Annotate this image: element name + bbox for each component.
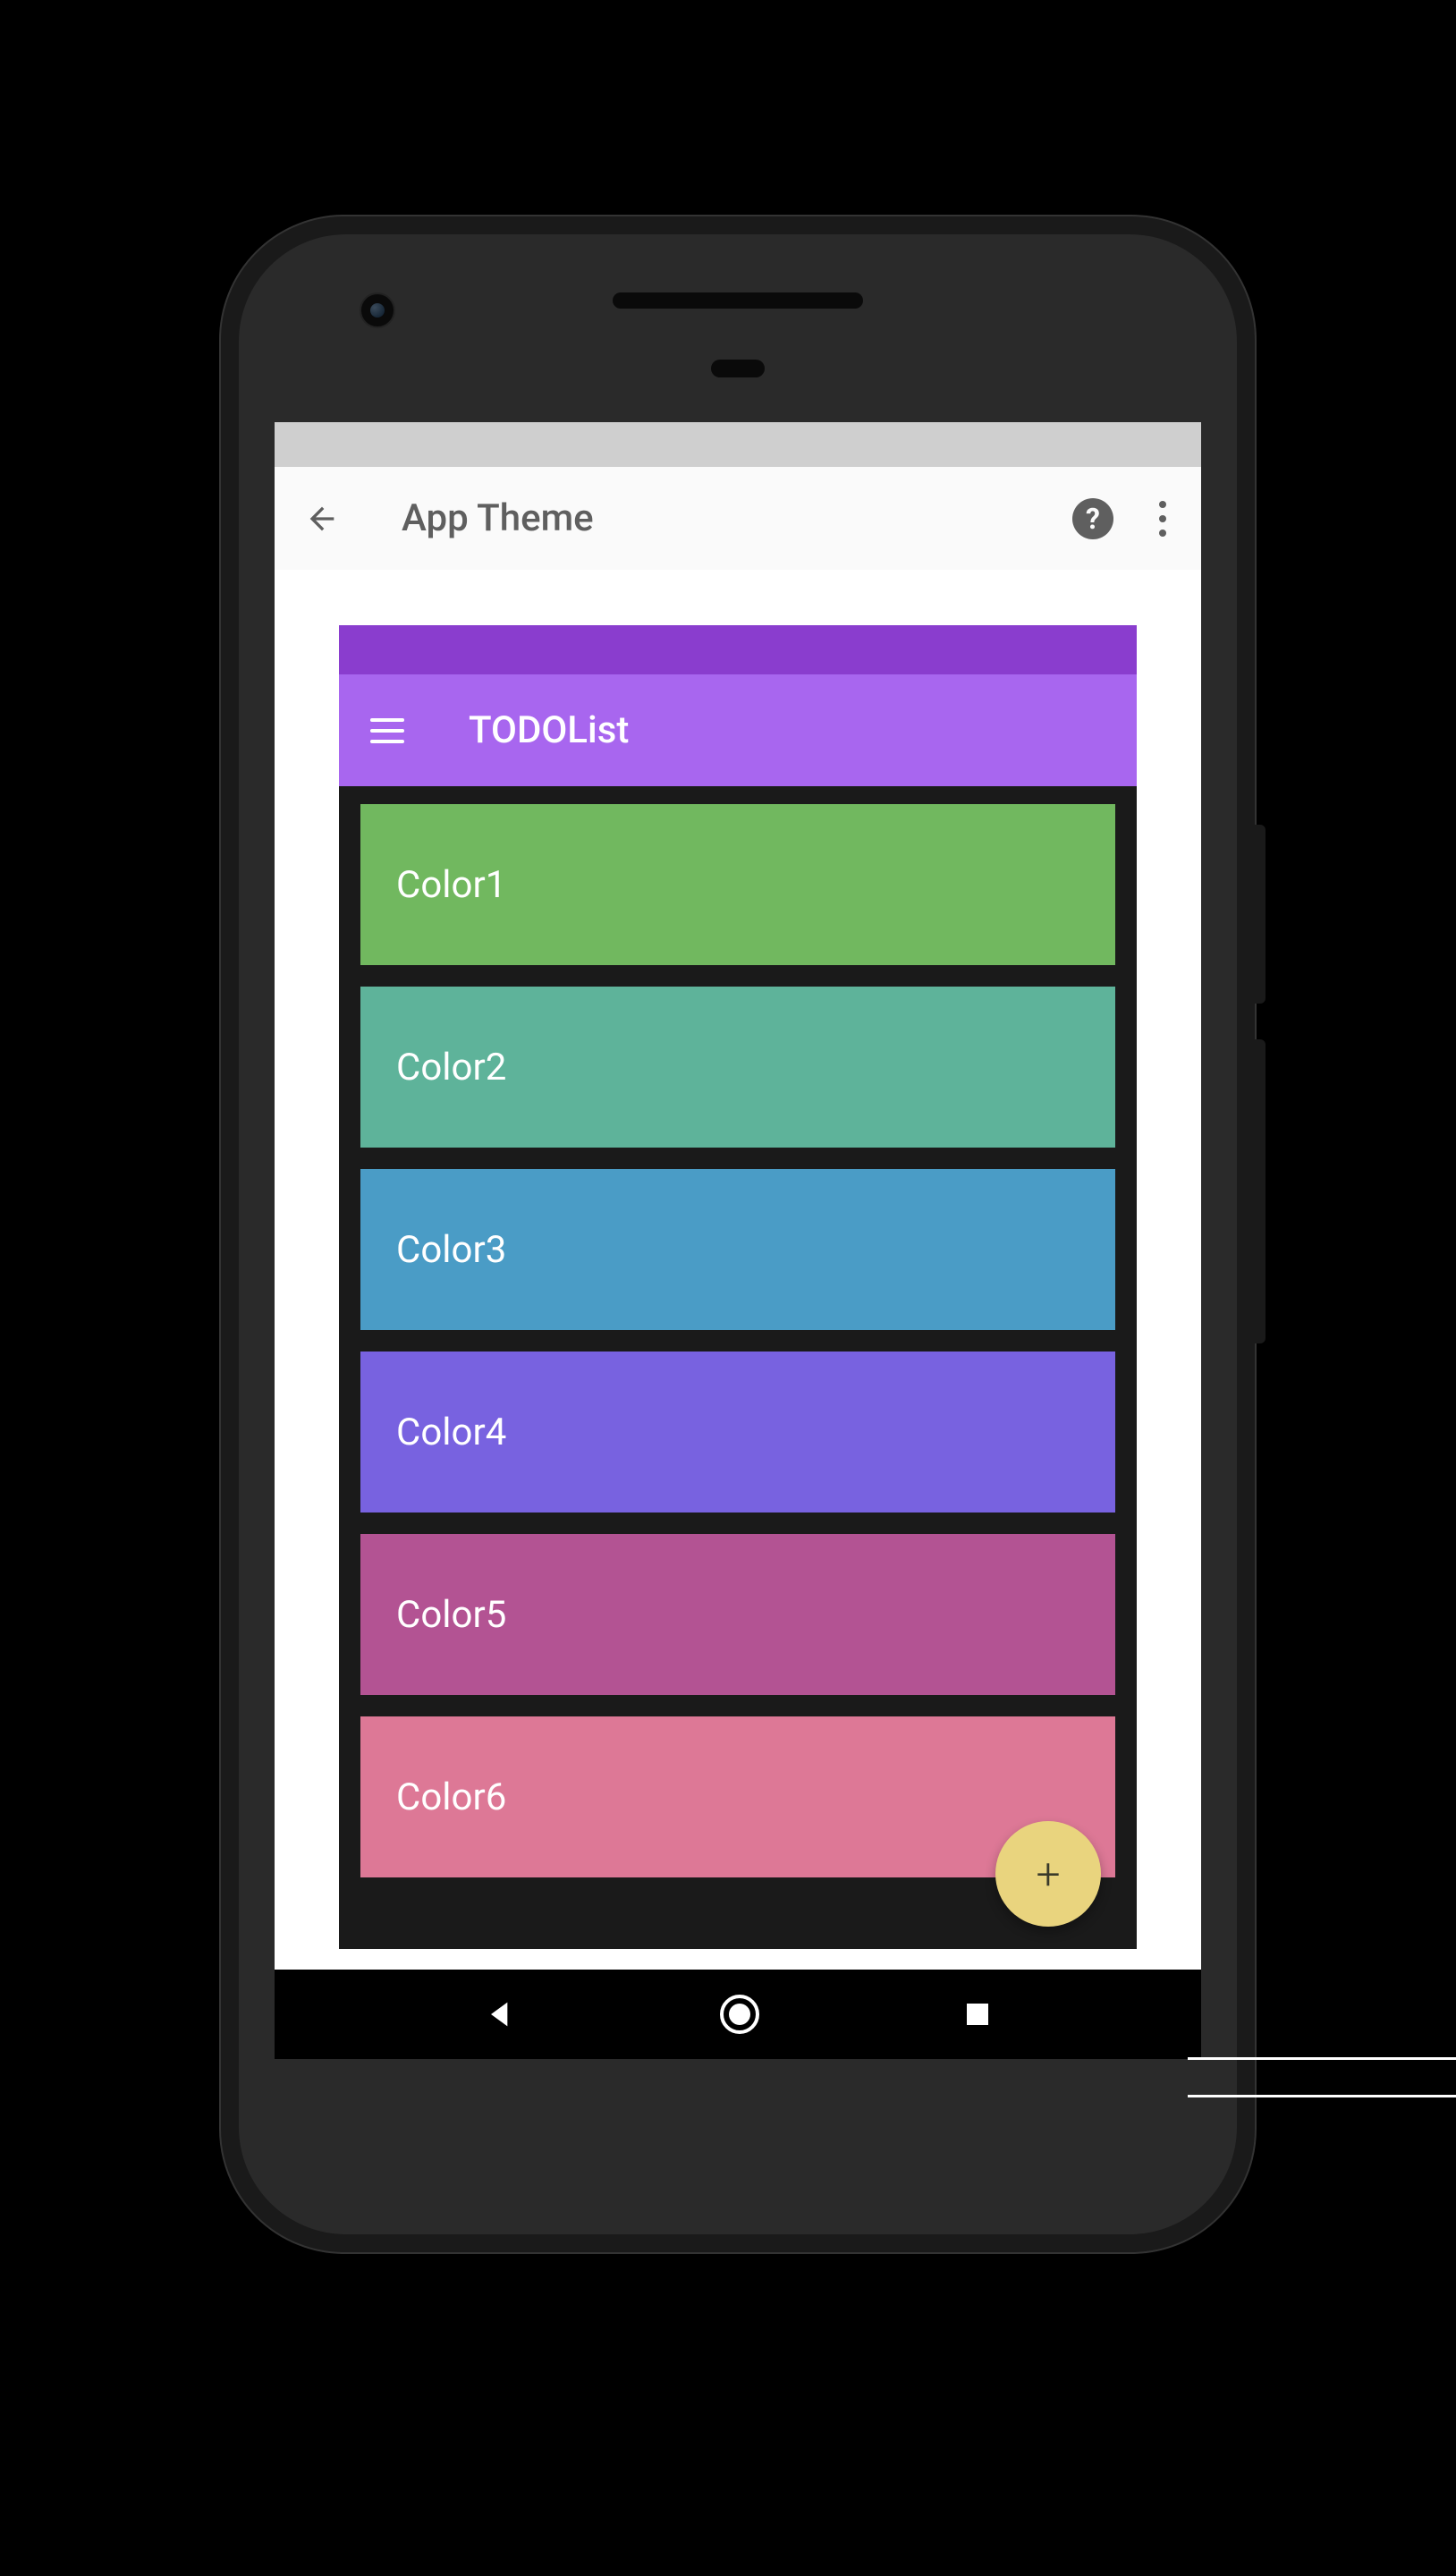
android-status-bar — [275, 422, 1201, 467]
overflow-menu-button[interactable] — [1149, 501, 1176, 537]
hamburger-line-icon — [370, 740, 404, 743]
preview-toolbar: TODOList — [339, 674, 1137, 786]
plus-icon: + — [1036, 1849, 1060, 1900]
color-label: Color1 — [396, 863, 506, 907]
dot-icon — [1159, 530, 1166, 537]
color-label: Color2 — [396, 1046, 506, 1089]
color-list: Color1 Color2 Color3 Color4 Color5 — [339, 786, 1137, 1895]
hamburger-menu-button[interactable] — [370, 718, 404, 743]
color-option-5[interactable]: Color5 — [360, 1534, 1115, 1695]
color-label: Color6 — [396, 1775, 506, 1819]
color-label: Color5 — [396, 1593, 506, 1637]
color-label: Color4 — [396, 1411, 506, 1454]
color-option-2[interactable]: Color2 — [360, 987, 1115, 1148]
front-camera — [360, 292, 395, 328]
device-screen: App Theme ? TODOList — [275, 422, 1201, 2059]
nav-back-button[interactable] — [482, 1996, 518, 2032]
help-button[interactable]: ? — [1072, 498, 1113, 539]
theme-preview-card: TODOList Color1 Color2 Color3 Color4 — [339, 625, 1137, 1949]
dot-icon — [1159, 515, 1166, 522]
android-nav-bar — [275, 1970, 1201, 2059]
nav-recents-button[interactable] — [961, 1998, 994, 2030]
color-option-1[interactable]: Color1 — [360, 804, 1115, 965]
phone-frame: App Theme ? TODOList — [219, 215, 1257, 2254]
decorative-line — [1188, 2057, 1456, 2097]
color-label: Color3 — [396, 1228, 506, 1272]
preview-status-bar — [339, 625, 1137, 674]
content-area: TODOList Color1 Color2 Color3 Color4 — [275, 570, 1201, 1949]
arrow-back-icon — [304, 501, 340, 537]
color-option-4[interactable]: Color4 — [360, 1352, 1115, 1513]
speaker-grille — [613, 292, 863, 309]
add-fab-button[interactable]: + — [995, 1821, 1101, 1927]
dot-icon — [1159, 501, 1166, 508]
preview-app-title: TODOList — [469, 708, 629, 752]
volume-button[interactable] — [1255, 1039, 1266, 1343]
help-icon: ? — [1086, 502, 1100, 536]
hamburger-line-icon — [370, 729, 404, 733]
proximity-sensor — [711, 360, 765, 377]
power-button[interactable] — [1255, 825, 1266, 1004]
color-option-3[interactable]: Color3 — [360, 1169, 1115, 1330]
back-button[interactable] — [300, 496, 344, 541]
nav-home-button[interactable] — [718, 1993, 761, 2036]
app-bar: App Theme ? — [275, 467, 1201, 570]
page-title: App Theme — [402, 496, 1072, 540]
hamburger-line-icon — [370, 718, 404, 722]
